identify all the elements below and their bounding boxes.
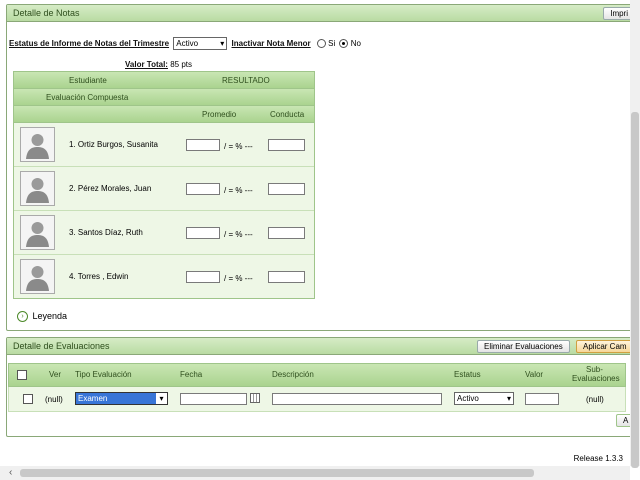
select-all-checkbox[interactable] <box>17 370 27 380</box>
no-label: No <box>350 39 361 48</box>
chevron-down-icon: ▾ <box>506 394 511 403</box>
evaluacion-row: (null) Examen ▾ Activo ▾ (null) <box>8 387 626 412</box>
conducta-input[interactable] <box>268 271 305 283</box>
chevron-down-icon: ▾ <box>156 393 167 404</box>
vertical-scrollbar-thumb[interactable] <box>631 112 639 468</box>
student-row: 4. Torres , Edwin / = % --- <box>14 255 314 298</box>
student-row: 1. Ortiz Burgos, Susanita / = % --- <box>14 123 314 167</box>
header-estudiante: Estudiante <box>69 76 107 85</box>
status-select[interactable]: Activo ▾ <box>173 37 228 51</box>
grid-header-row-3: Promedio Conducta <box>14 106 314 123</box>
student-name: 4. Torres , Edwin <box>69 272 129 281</box>
status-select-value: Activo <box>176 39 199 49</box>
students-grid: Estudiante RESULTADO Evaluación Compuest… <box>13 71 315 299</box>
avatar <box>20 127 55 162</box>
col-fecha: Fecha <box>180 370 203 379</box>
person-icon <box>21 260 54 293</box>
valor-total: Valor Total: 85 pts <box>125 60 192 69</box>
leyenda-label: Leyenda <box>32 311 68 321</box>
horizontal-scrollbar[interactable]: ‹ <box>0 466 630 480</box>
status-row: Estatus de Informe de Notas del Trimestr… <box>9 37 361 51</box>
evaluaciones-title: Detalle de Evaluaciones <box>13 341 110 351</box>
evaluaciones-header-row: Ver Tipo Evaluación Fecha Descripción Es… <box>8 363 626 387</box>
row-sub: (null) <box>586 395 604 404</box>
evaluaciones-panel-header: Detalle de Evaluaciones Eliminar Evaluac… <box>7 338 635 355</box>
col-ver: Ver <box>49 370 62 379</box>
header-conducta: Conducta <box>270 110 305 119</box>
si-label: Si <box>328 39 336 48</box>
person-icon <box>21 128 54 161</box>
student-name: 3. Santos Díaz, Ruth <box>69 228 143 237</box>
tipo-select[interactable]: Examen ▾ <box>75 392 168 405</box>
promedio-pct: / = % --- <box>224 142 253 151</box>
evaluaciones-table: Ver Tipo Evaluación Fecha Descripción Es… <box>8 363 626 412</box>
promedio-input[interactable] <box>186 139 220 151</box>
promedio-input[interactable] <box>186 227 220 239</box>
row-checkbox[interactable] <box>23 394 33 404</box>
grid-header-row-1: Estudiante RESULTADO <box>14 72 314 89</box>
no-radio[interactable] <box>339 39 349 49</box>
notas-panel-header: Detalle de Notas Impri <box>7 5 635 22</box>
student-name: 2. Pérez Morales, Juan <box>69 184 152 193</box>
avatar <box>20 215 55 250</box>
person-icon <box>21 216 54 249</box>
student-row: 3. Santos Díaz, Ruth / = % --- <box>14 211 314 255</box>
promedio-pct: / = % --- <box>224 186 253 195</box>
horizontal-scrollbar-thumb[interactable] <box>20 469 534 477</box>
promedio-input[interactable] <box>186 271 220 283</box>
tipo-select-value: Examen <box>78 394 108 403</box>
promedio-input[interactable] <box>186 183 220 195</box>
student-row: 2. Pérez Morales, Juan / = % --- <box>14 167 314 211</box>
col-estatus: Estatus <box>454 370 481 379</box>
grid-header-row-2: Evaluación Compuesta <box>14 89 314 106</box>
promedio-pct: / = % --- <box>224 230 253 239</box>
header-promedio: Promedio <box>202 110 237 119</box>
estatus-select[interactable]: Activo ▾ <box>454 392 514 405</box>
col-sub-2: Evaluaciones <box>572 374 620 383</box>
vertical-scrollbar[interactable] <box>630 0 640 468</box>
col-sub-1: Sub- <box>586 365 603 374</box>
valor-total-label: Valor Total: <box>125 60 168 69</box>
aplicar-cambios-button[interactable]: Aplicar Cam <box>576 340 634 353</box>
chevron-right-icon: › <box>17 311 28 323</box>
conducta-input[interactable] <box>268 227 305 239</box>
header-evaluacion: Evaluación Compuesta <box>46 93 129 102</box>
col-valor: Valor <box>525 370 544 379</box>
avatar <box>20 171 55 206</box>
si-radio[interactable] <box>316 39 326 49</box>
student-name: 1. Ortiz Burgos, Susanita <box>69 140 158 149</box>
release-label: Release 1.3.3 <box>573 454 623 463</box>
calendar-icon[interactable] <box>250 393 260 403</box>
person-icon <box>21 172 54 205</box>
col-descripcion: Descripción <box>272 370 314 379</box>
conducta-input[interactable] <box>268 183 305 195</box>
fecha-input[interactable] <box>180 393 247 405</box>
estatus-select-value: Activo <box>457 394 479 403</box>
row-ver: (null) <box>45 395 63 404</box>
status-label: Estatus de Informe de Notas del Trimestr… <box>9 39 170 48</box>
conducta-input[interactable] <box>268 139 305 151</box>
inactivar-label: Inactivar Nota Menor <box>231 39 311 48</box>
valor-input[interactable] <box>525 393 559 405</box>
scroll-left-icon[interactable]: ‹ <box>9 467 12 478</box>
col-tipo: Tipo Evaluación <box>75 370 132 379</box>
leyenda-link[interactable]: › Leyenda <box>17 311 68 323</box>
promedio-pct: / = % --- <box>224 274 253 283</box>
header-resultado: RESULTADO <box>222 76 270 85</box>
avatar <box>20 259 55 294</box>
eliminar-evaluaciones-button[interactable]: Eliminar Evaluaciones <box>477 340 570 353</box>
valor-total-value: 85 pts <box>170 60 192 69</box>
notas-title: Detalle de Notas <box>13 8 80 18</box>
chevron-down-icon: ▾ <box>220 39 225 49</box>
descripcion-input[interactable] <box>272 393 442 405</box>
